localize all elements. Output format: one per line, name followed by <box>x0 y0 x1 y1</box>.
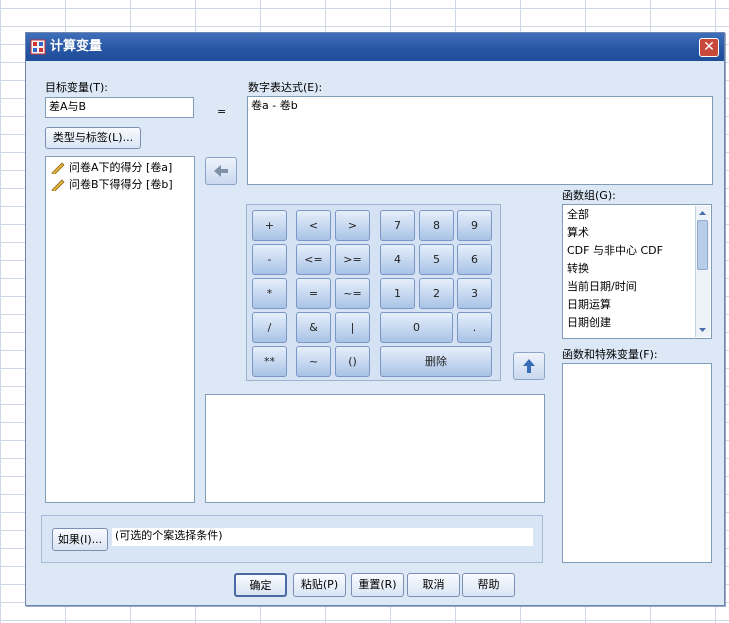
insert-function-button[interactable] <box>513 352 545 380</box>
condition-text: (可选的个案选择条件) <box>112 528 533 546</box>
key-digit[interactable]: 9 <box>457 210 492 241</box>
key-op[interactable]: < <box>296 210 331 241</box>
reset-button[interactable]: 重置(R) <box>351 573 404 597</box>
list-item[interactable]: 问卷A下的得分 [卷a] <box>51 161 172 175</box>
key-op[interactable]: / <box>252 312 287 343</box>
cancel-button[interactable]: 取消 <box>407 573 460 597</box>
close-button[interactable]: ✕ <box>699 38 719 57</box>
function-group-item[interactable]: CDF 与非中心 CDF <box>567 244 663 258</box>
function-group-item[interactable]: 日期运算 <box>567 298 611 312</box>
key-op[interactable]: > <box>335 210 370 241</box>
key-digit[interactable]: 4 <box>380 244 415 275</box>
key-digit[interactable]: 3 <box>457 278 492 309</box>
key-op[interactable]: >= <box>335 244 370 275</box>
expression-label: 数字表达式(E): <box>248 81 323 94</box>
key-digit[interactable]: 6 <box>457 244 492 275</box>
function-group-item[interactable]: 当前日期/时间 <box>567 280 637 294</box>
key-decimal[interactable]: . <box>457 312 492 343</box>
equals-sign: = <box>217 105 227 118</box>
key-op[interactable]: + <box>252 210 287 241</box>
function-group-item[interactable]: 算术 <box>567 226 589 240</box>
key-op[interactable]: * <box>252 278 287 309</box>
function-description-box <box>205 394 545 503</box>
compute-variable-dialog: 计算变量 ✕ 目标变量(T): 差A与B = 类型与标签(L)... 问卷A下的… <box>25 32 725 606</box>
scale-variable-icon <box>51 179 65 191</box>
move-variable-button[interactable] <box>205 157 237 185</box>
key-digit[interactable]: 0 <box>380 312 453 343</box>
key-op[interactable]: ** <box>252 346 287 377</box>
numeric-expression-input[interactable]: 卷a - 卷b <box>247 96 713 185</box>
key-op[interactable]: () <box>335 346 370 377</box>
key-digit[interactable]: 5 <box>419 244 454 275</box>
help-button[interactable]: 帮助 <box>462 573 515 597</box>
key-op[interactable]: & <box>296 312 331 343</box>
close-icon: ✕ <box>703 39 715 55</box>
key-digit[interactable]: 2 <box>419 278 454 309</box>
title-bar: 计算变量 ✕ <box>26 33 724 61</box>
functions-and-special-variables-label: 函数和特殊变量(F): <box>562 348 658 361</box>
function-group-list[interactable]: 全部算术 CDF 与非中心 CDF 转换当前日期/时间 日期运算日期创建 <box>562 204 712 339</box>
scrollbar[interactable] <box>695 206 710 337</box>
key-digit[interactable]: 8 <box>419 210 454 241</box>
dialog-title: 计算变量 <box>50 39 103 54</box>
scroll-up-icon[interactable] <box>696 207 709 219</box>
function-group-label: 函数组(G): <box>562 189 616 202</box>
target-variable-input[interactable]: 差A与B <box>45 97 194 118</box>
variable-name: 问卷A下的得分 [卷a] <box>69 161 173 174</box>
delete-key[interactable]: 删除 <box>380 346 492 377</box>
target-variable-label: 目标变量(T): <box>45 81 109 94</box>
ok-button[interactable]: 确定 <box>234 573 287 597</box>
scroll-thumb[interactable] <box>697 220 708 270</box>
key-op[interactable]: ~ <box>296 346 331 377</box>
functions-list[interactable] <box>562 363 712 563</box>
source-variable-list[interactable]: 问卷A下的得分 [卷a] 问卷B下得得分 [卷b] <box>45 156 195 503</box>
function-group-item[interactable]: 日期创建 <box>567 316 611 330</box>
key-digit[interactable]: 7 <box>380 210 415 241</box>
function-group-item[interactable]: 转换 <box>567 262 589 276</box>
scale-variable-icon <box>51 162 65 174</box>
key-op[interactable]: = <box>296 278 331 309</box>
key-digit[interactable]: 1 <box>380 278 415 309</box>
scroll-down-icon[interactable] <box>696 324 709 336</box>
variable-name: 问卷B下得得分 [卷b] <box>69 178 173 191</box>
key-op[interactable]: ~= <box>335 278 370 309</box>
type-and-label-button[interactable]: 类型与标签(L)... <box>45 127 141 149</box>
arrow-up-icon <box>523 359 535 373</box>
list-item[interactable]: 问卷B下得得分 [卷b] <box>51 178 173 192</box>
key-op[interactable]: <= <box>296 244 331 275</box>
if-button[interactable]: 如果(I)... <box>52 528 108 551</box>
key-op[interactable]: | <box>335 312 370 343</box>
arrow-left-icon <box>214 165 228 177</box>
paste-button[interactable]: 粘贴(P) <box>293 573 346 597</box>
calculator-icon <box>30 39 46 55</box>
key-op[interactable]: - <box>252 244 287 275</box>
function-group-item[interactable]: 全部 <box>567 208 589 222</box>
